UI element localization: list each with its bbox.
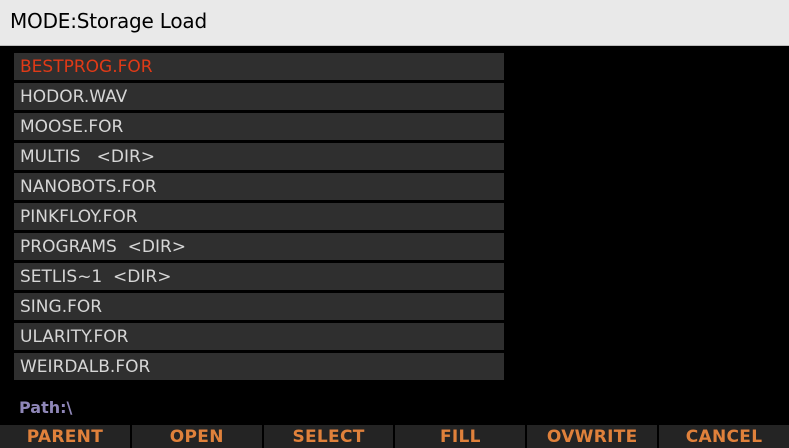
file-row-programs-dir[interactable]: PROGRAMS <DIR> <box>14 233 504 260</box>
file-row-nanobots[interactable]: NANOBOTS.FOR <box>14 173 504 200</box>
file-row-setlis-dir[interactable]: SETLIS~1 <DIR> <box>14 263 504 290</box>
softkey-bar: PARENT OPEN SELECT FILL OVWRITE CANCEL <box>0 425 789 448</box>
file-row-pinkfloy[interactable]: PINKFLOY.FOR <box>14 203 504 230</box>
file-row-bestprog[interactable]: BESTPROG.FOR <box>14 53 504 80</box>
parent-button[interactable]: PARENT <box>0 425 130 448</box>
path-label: Path:\ <box>19 398 73 417</box>
file-row-hodor[interactable]: HODOR.WAV <box>14 83 504 110</box>
fill-button[interactable]: FILL <box>395 425 526 448</box>
file-list[interactable]: BESTPROG.FOR HODOR.WAV MOOSE.FOR MULTIS … <box>14 53 504 380</box>
file-row-multis-dir[interactable]: MULTIS <DIR> <box>14 143 504 170</box>
mode-header: MODE:Storage Load <box>0 0 789 46</box>
file-row-ularity[interactable]: ULARITY.FOR <box>14 323 504 350</box>
open-button[interactable]: OPEN <box>131 425 262 448</box>
cancel-button[interactable]: CANCEL <box>659 425 789 448</box>
file-row-moose[interactable]: MOOSE.FOR <box>14 113 504 140</box>
mode-title: MODE:Storage Load <box>10 9 207 33</box>
select-button[interactable]: SELECT <box>263 425 394 448</box>
file-row-weirdalb[interactable]: WEIRDALB.FOR <box>14 353 504 380</box>
ovwrite-button[interactable]: OVWRITE <box>527 425 658 448</box>
file-row-sing[interactable]: SING.FOR <box>14 293 504 320</box>
